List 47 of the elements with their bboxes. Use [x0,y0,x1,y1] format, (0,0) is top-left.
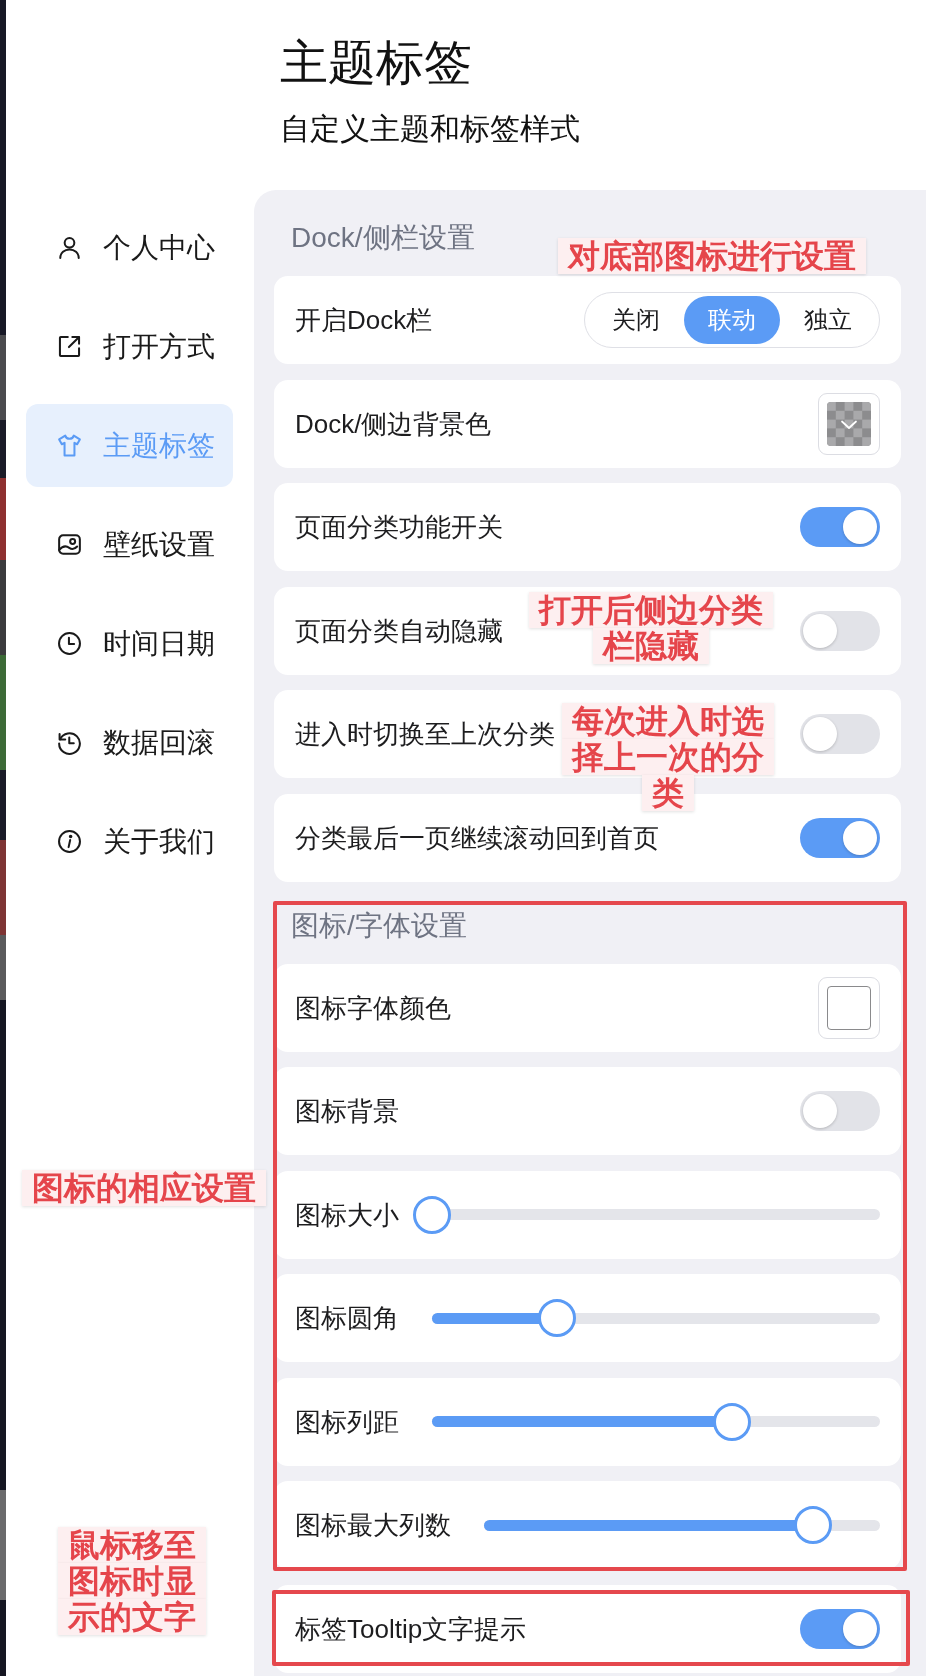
slider-thumb[interactable] [538,1299,577,1337]
toggle-switch[interactable] [800,714,880,754]
annotation-note: 鼠标移至图标时显示的文字 [57,1527,207,1635]
page-title: 主题标签 [280,35,472,91]
setting-label: 图标圆角 [295,1302,399,1335]
sidebar-item[interactable]: 壁纸设置 [26,503,233,586]
segment-option[interactable]: 关闭 [588,296,684,344]
sidebar-item[interactable]: 关于我们 [26,800,233,883]
annotation-note: 对底部图标进行设置 [557,238,867,274]
color-picker-button[interactable] [818,976,880,1039]
toggle-switch[interactable] [800,507,880,547]
clock-icon [56,630,83,657]
setting-label: 图标最大列数 [295,1509,451,1542]
toggle-switch[interactable] [800,610,880,651]
info-icon [56,828,83,855]
shirt-icon [56,432,83,459]
segment-option[interactable]: 独立 [780,296,876,344]
setting-label: Dock/侧边背景色 [295,407,492,441]
setting-label: 分类最后一页继续滚动回到首页 [295,821,659,855]
sidebar-item[interactable]: 个人中心 [26,206,233,289]
section-title: Dock/侧栏设置 [291,221,475,255]
setting-label: 开启Dock栏 [295,304,433,337]
external-link-icon [56,333,83,360]
color-picker-button[interactable] [818,392,880,455]
setting-label: 图标背景 [295,1095,399,1128]
setting-label: 图标大小 [295,1198,399,1232]
image-icon [56,531,83,558]
sidebar-item[interactable]: 打开方式 [26,305,233,388]
sidebar-item[interactable]: 数据回滚 [26,701,233,784]
slider-thumb[interactable] [713,1402,752,1441]
section-title: 图标/字体设置 [291,908,467,943]
setting-label: 页面分类功能开关 [295,511,503,544]
slider-thumb[interactable] [793,1506,832,1544]
slider-thumb[interactable] [413,1195,451,1234]
setting-label: 标签Tooltip文字提示 [295,1612,527,1646]
setting-label: 图标列距 [295,1405,399,1439]
toggle-switch[interactable] [800,817,880,858]
annotation-note: 图标的相应设置 [21,1170,267,1206]
sidebar-item[interactable]: 时间日期 [26,602,233,685]
setting-label: 图标字体颜色 [295,991,451,1025]
setting-label: 页面分类自动隐藏 [295,614,503,648]
toggle-switch[interactable] [800,1608,880,1649]
setting-label: 进入时切换至上次分类 [295,718,555,751]
person-icon [56,234,83,261]
toggle-switch[interactable] [800,1091,880,1131]
history-icon [56,729,83,756]
page-subtitle: 自定义主题和标签样式 [280,111,580,147]
